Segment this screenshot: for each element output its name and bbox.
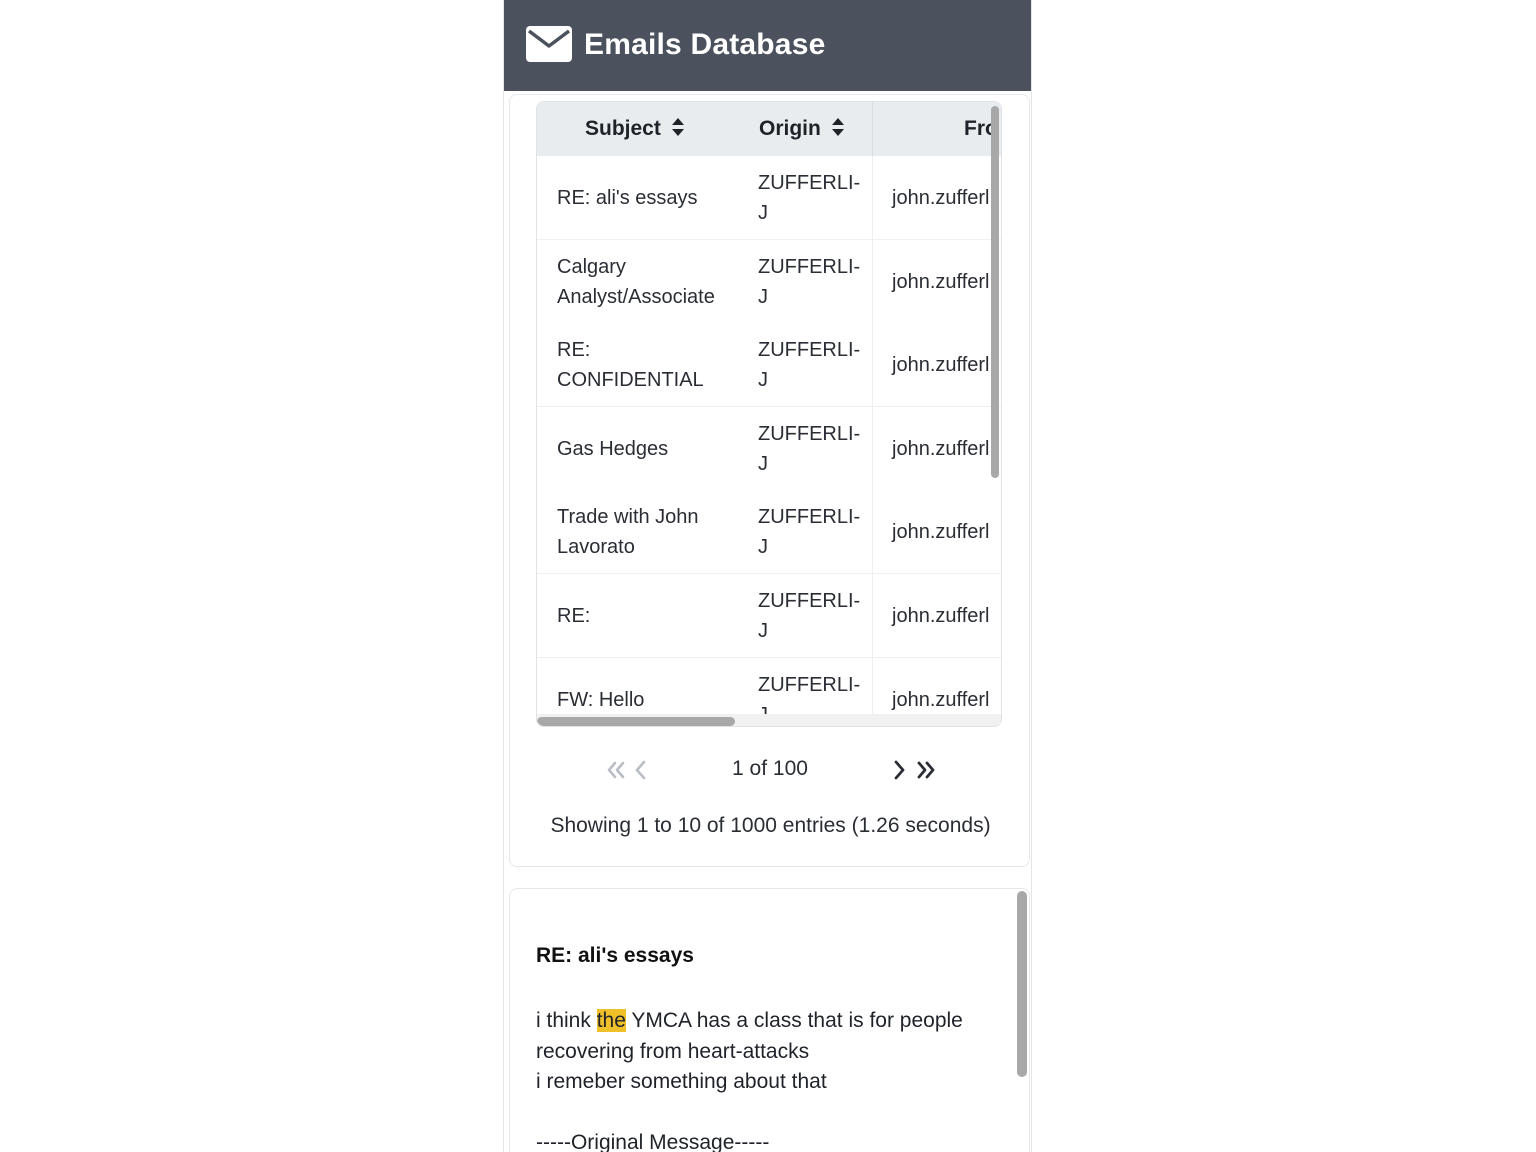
cell-origin: ZUFFERLI-J (758, 506, 861, 558)
table-header: Subject Origin Fro (537, 102, 1001, 157)
cell-subject: FW: Hello (557, 689, 645, 711)
cell-subject: Trade with John Lavorato (557, 506, 699, 558)
column-divider (872, 156, 873, 726)
table-row[interactable]: RE: CONFIDENTIAL ZUFFERLI- J john.zufferl (537, 323, 1001, 408)
cell-from: john.zufferl (892, 354, 990, 376)
double-chevron-right-icon[interactable] (912, 757, 940, 783)
email-body-line (536, 1098, 996, 1129)
cell-origin: ZUFFERLI-J (758, 339, 861, 391)
table-row[interactable]: RE: ZUFFERLI- J john.zufferl (537, 574, 1001, 659)
email-body-line: recovering from heart-attacks (536, 1039, 810, 1063)
table-row[interactable]: Gas Hedges ZUFFERLI- J john.zufferl (537, 407, 1001, 492)
table-vertical-scrollbar[interactable] (989, 102, 1001, 726)
envelope-icon (526, 26, 572, 62)
table-row[interactable]: Trade with John Lavorato ZUFFERLI- J john.… (537, 490, 1001, 575)
table-row[interactable]: Calgary Analyst/Associate ZUFFERLI- J john… (537, 240, 1001, 325)
column-label-subject: Subject (585, 117, 661, 140)
cell-origin: ZUFFERLI-J (758, 590, 861, 642)
column-divider (872, 102, 873, 156)
app-header: Emails Database (504, 0, 1031, 91)
table-horizontal-scroll-thumb[interactable] (537, 717, 735, 726)
cell-from: john.zufferl (892, 605, 990, 627)
cell-subject: RE: (557, 605, 591, 627)
column-header-subject[interactable]: Subject (585, 102, 685, 156)
cell-from: john.zufferl (892, 689, 990, 711)
email-detail-card: RE: ali's essays i think the YMCA has a … (509, 888, 1030, 1152)
cell-from: john.zufferl (892, 271, 990, 293)
double-chevron-left-icon[interactable] (602, 757, 630, 783)
email-detail-body: i think the YMCA has a class that is for… (536, 1006, 996, 1152)
app-container: Emails Database Subject Origin Fro RE: a… (503, 0, 1032, 1152)
cell-origin: ZUFFERLI-J (758, 423, 861, 475)
table-vertical-scroll-thumb[interactable] (991, 106, 999, 478)
cell-subject: Gas Hedges (557, 438, 669, 460)
email-body-line: i remeber something about that (536, 1070, 827, 1093)
page-indicator: 1 of 100 (732, 757, 808, 780)
cell-origin: ZUFFERLI-J (758, 256, 861, 308)
cell-origin: ZUFFERLI-J (758, 172, 861, 224)
sort-icon[interactable] (831, 117, 845, 137)
cell-subject: RE: ali's essays (557, 187, 698, 209)
cell-subject: RE: CONFIDENTIAL (557, 339, 704, 391)
email-table: Subject Origin Fro RE: ali's essays ZUFF… (536, 101, 1002, 727)
email-body-line: i think the YMCA has a class that is for… (536, 1009, 963, 1032)
column-label-origin: Origin (759, 117, 821, 140)
email-detail-subject: RE: ali's essays (536, 944, 694, 967)
table-row[interactable]: RE: ali's essays ZUFFERLI- J john.zufferl (537, 156, 1001, 241)
cell-from: john.zufferl (892, 438, 990, 460)
email-list-card: Subject Origin Fro RE: ali's essays ZUFF… (509, 94, 1030, 867)
cell-from: john.zufferl (892, 521, 990, 543)
detail-vertical-scroll-thumb[interactable] (1017, 891, 1027, 1077)
table-horizontal-scrollbar[interactable] (537, 714, 1001, 726)
column-header-origin[interactable]: Origin (759, 102, 845, 156)
sort-icon[interactable] (671, 117, 685, 137)
chevron-right-icon[interactable] (890, 757, 910, 783)
chevron-left-icon[interactable] (630, 757, 650, 783)
cell-from: john.zufferl (892, 187, 990, 209)
app-title: Emails Database (584, 28, 826, 61)
search-highlight: the (596, 1009, 626, 1032)
entries-summary: Showing 1 to 10 of 1000 entries (1.26 se… (550, 814, 991, 837)
email-body-line: -----Original Message----- (536, 1131, 770, 1152)
cell-subject: Calgary Analyst/Associate (557, 256, 715, 308)
